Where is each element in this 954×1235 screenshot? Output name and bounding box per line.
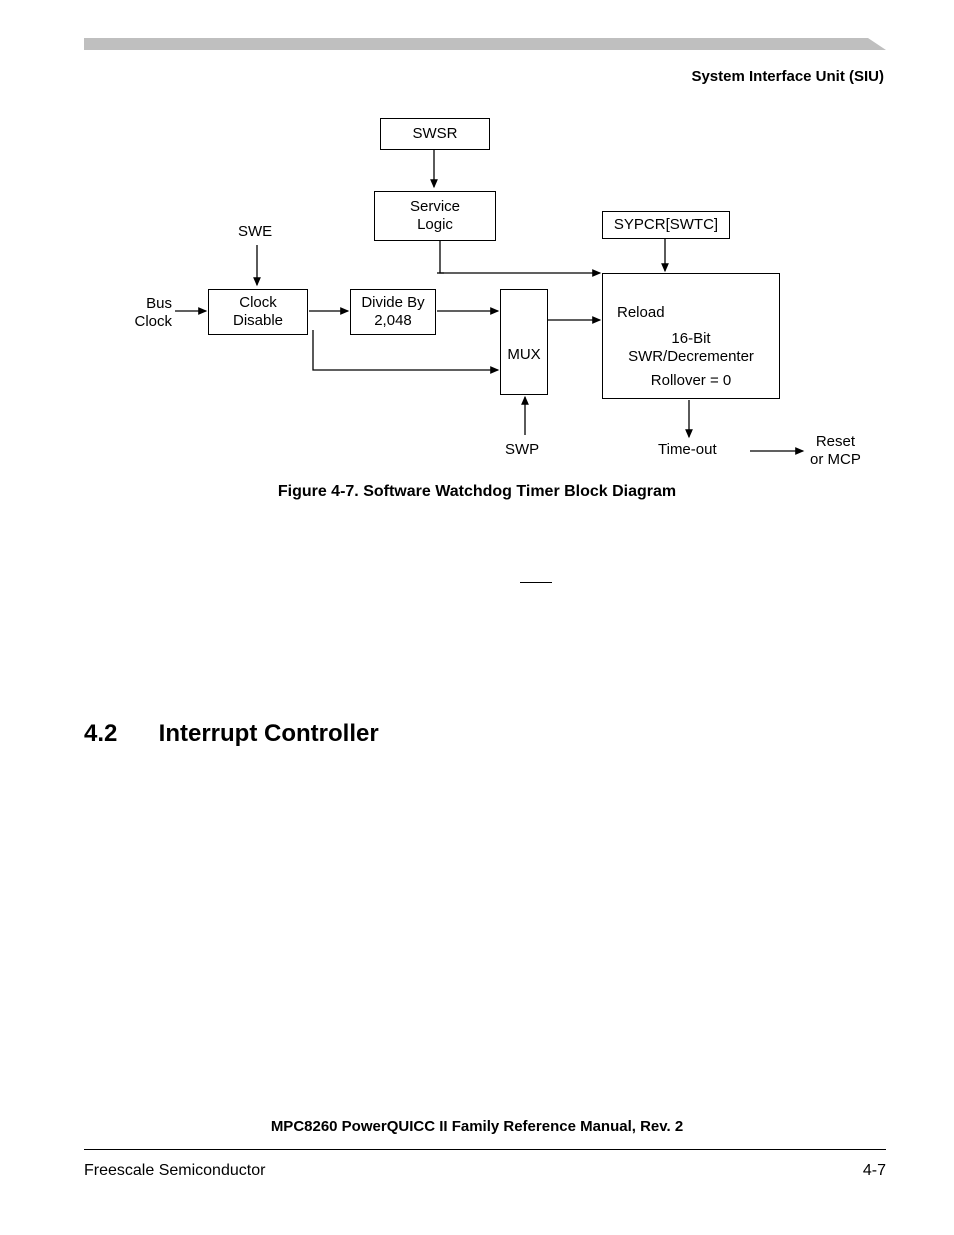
header-rule [84,38,886,50]
page: System Interface Unit (SIU) [0,0,954,1235]
mux-box: MUX [500,289,548,395]
service-logic-box: Service Logic [374,191,496,241]
clock-disable-label: Clock Disable [233,294,283,330]
footer-title: MPC8260 PowerQUICC II Family Reference M… [0,1118,954,1135]
service-logic-label: Service Logic [410,198,460,234]
swsr-label: SWSR [413,125,458,143]
swe-label: SWE [238,223,272,241]
clock-disable-box: Clock Disable [208,289,308,335]
swp-label: SWP [505,441,539,459]
figure-caption: Figure 4-7. Software Watchdog Timer Bloc… [0,483,954,501]
mux-label: MUX [501,346,547,364]
section-heading: 4.2 Interrupt Controller [84,720,379,748]
section-title: Interrupt Controller [159,720,379,747]
reload-label: Reload [617,304,665,322]
mid-dash [520,582,552,583]
section-number: 4.2 [84,720,152,748]
reset-label: Reset or MCP [810,433,861,469]
bus-clock-label: Bus Clock [112,295,172,331]
sypcr-label: SYPCR[SWTC] [614,216,718,234]
footer-right: 4-7 [863,1162,886,1180]
footer-left: Freescale Semiconductor [84,1162,265,1180]
page-header-right: System Interface Unit (SIU) [691,68,884,85]
timeout-label: Time-out [658,441,717,459]
divide-box: Divide By 2,048 [350,289,436,335]
divide-label: Divide By 2,048 [361,294,424,330]
bit16-label: 16-Bit SWR/Decrementer [603,330,779,366]
rollover-label: Rollover = 0 [603,372,779,390]
decrementer-box: Reload 16-Bit SWR/Decrementer Rollover =… [602,273,780,399]
swsr-box: SWSR [380,118,490,150]
block-diagram: SWSR Service Logic SWE Bus Clock Clock D… [100,115,890,475]
footer-rule [84,1149,886,1150]
sypcr-box: SYPCR[SWTC] [602,211,730,239]
